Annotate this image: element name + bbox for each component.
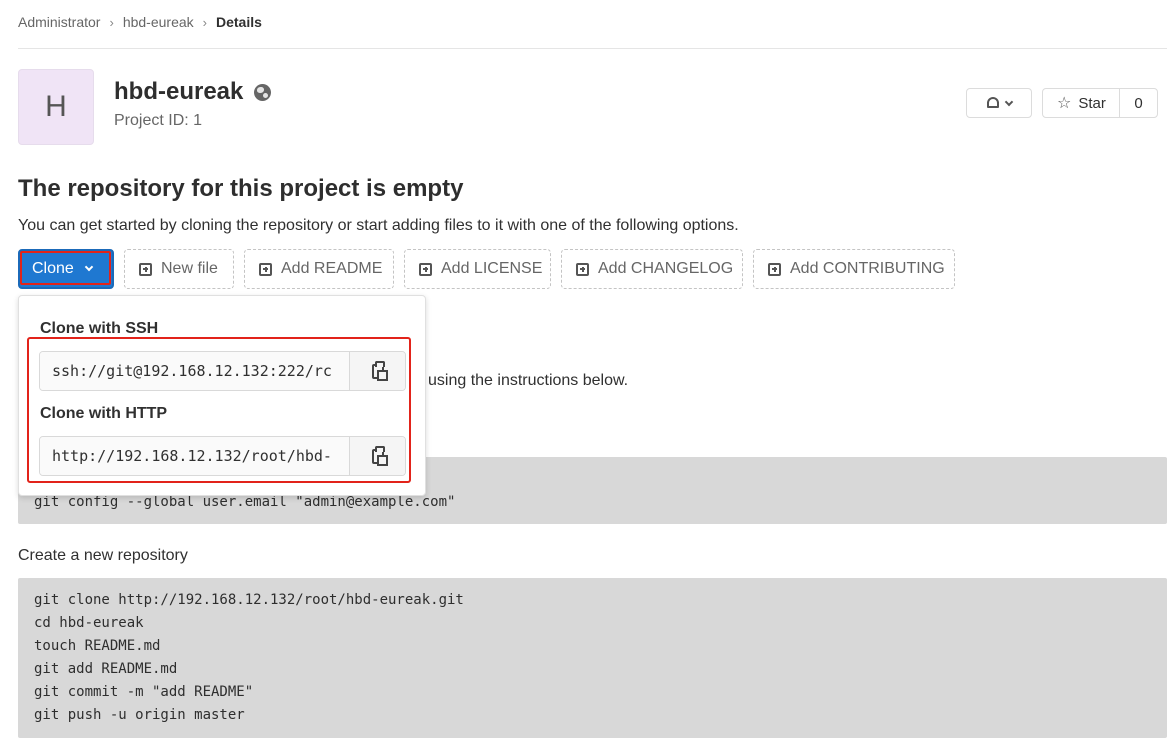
instructions-text: using the instructions below. xyxy=(428,372,629,389)
empty-repo-title: The repository for this project is empty xyxy=(18,175,464,202)
copy-ssh-button[interactable] xyxy=(350,352,405,390)
clone-dropdown-menu: Clone with SSH ssh://git@192.168.12.132:… xyxy=(18,295,426,496)
plus-square-icon xyxy=(419,262,432,276)
add-changelog-button[interactable]: Add CHANGELOG xyxy=(561,249,743,289)
new-file-button[interactable]: New file xyxy=(124,249,234,289)
code-line: git commit -m "add README" xyxy=(34,684,254,700)
project-avatar: H xyxy=(18,69,94,145)
breadcrumb: Administrator › hbd-eureak › Details xyxy=(18,12,262,32)
star-button-group: ☆ Star 0 xyxy=(1042,88,1158,118)
add-readme-label: Add README xyxy=(281,260,383,277)
project-name: hbd-eureak xyxy=(114,78,244,105)
clone-http-label: Clone with HTTP xyxy=(40,405,168,422)
new-file-label: New file xyxy=(161,260,218,277)
chevron-down-icon xyxy=(1004,97,1014,106)
star-icon: ☆ xyxy=(1057,95,1072,112)
breadcrumb-details[interactable]: Details xyxy=(216,14,262,30)
code-line: git config --global user.email "admin@ex… xyxy=(34,494,456,510)
http-url-input[interactable]: http://192.168.12.132/root/hbd- xyxy=(40,437,350,475)
clone-button-label: Clone xyxy=(32,260,74,277)
create-repo-heading: Create a new repository xyxy=(18,547,188,564)
star-button[interactable]: ☆ Star xyxy=(1043,89,1120,117)
code-line: git add README.md xyxy=(34,661,178,677)
chevron-right-icon: › xyxy=(202,14,207,30)
chevron-down-icon xyxy=(84,262,94,272)
plus-square-icon xyxy=(259,262,272,276)
ssh-url-group: ssh://git@192.168.12.132:222/rc xyxy=(39,351,406,391)
create-repo-code: git clone http://192.168.12.132/root/hbd… xyxy=(18,578,1167,738)
clone-button[interactable]: Clone xyxy=(18,249,114,289)
code-line: touch README.md xyxy=(34,638,161,654)
clipboard-icon xyxy=(371,445,388,466)
code-line: cd hbd-eureak xyxy=(34,615,144,631)
empty-repo-description: You can get started by cloning the repos… xyxy=(18,217,739,234)
globe-icon xyxy=(254,83,272,101)
clipboard-icon xyxy=(371,360,388,381)
add-contributing-button[interactable]: Add CONTRIBUTING xyxy=(753,249,955,289)
copy-http-button[interactable] xyxy=(350,437,405,475)
ssh-url-input[interactable]: ssh://git@192.168.12.132:222/rc xyxy=(40,352,350,390)
add-contributing-label: Add CONTRIBUTING xyxy=(790,260,945,277)
header-divider xyxy=(18,48,1167,49)
plus-square-icon xyxy=(139,262,152,276)
code-line: git push -u origin master xyxy=(34,707,245,723)
project-id: Project ID: 1 xyxy=(114,112,203,129)
breadcrumb-project[interactable]: hbd-eureak xyxy=(123,14,194,30)
notification-dropdown-button[interactable] xyxy=(966,88,1032,118)
bell-icon xyxy=(986,96,1000,110)
plus-square-icon xyxy=(576,262,589,276)
http-url-group: http://192.168.12.132/root/hbd- xyxy=(39,436,406,476)
add-license-button[interactable]: Add LICENSE xyxy=(404,249,551,289)
star-count[interactable]: 0 xyxy=(1120,89,1157,117)
add-changelog-label: Add CHANGELOG xyxy=(598,260,734,277)
project-title: hbd-eureak xyxy=(114,78,272,106)
star-label: Star xyxy=(1078,94,1106,112)
code-line: git clone http://192.168.12.132/root/hbd… xyxy=(34,592,464,608)
chevron-right-icon: › xyxy=(109,14,114,30)
clone-ssh-label: Clone with SSH xyxy=(40,320,159,337)
add-readme-button[interactable]: Add README xyxy=(244,249,394,289)
plus-square-icon xyxy=(768,262,781,276)
breadcrumb-administrator[interactable]: Administrator xyxy=(18,14,100,30)
add-license-label: Add LICENSE xyxy=(441,260,543,277)
